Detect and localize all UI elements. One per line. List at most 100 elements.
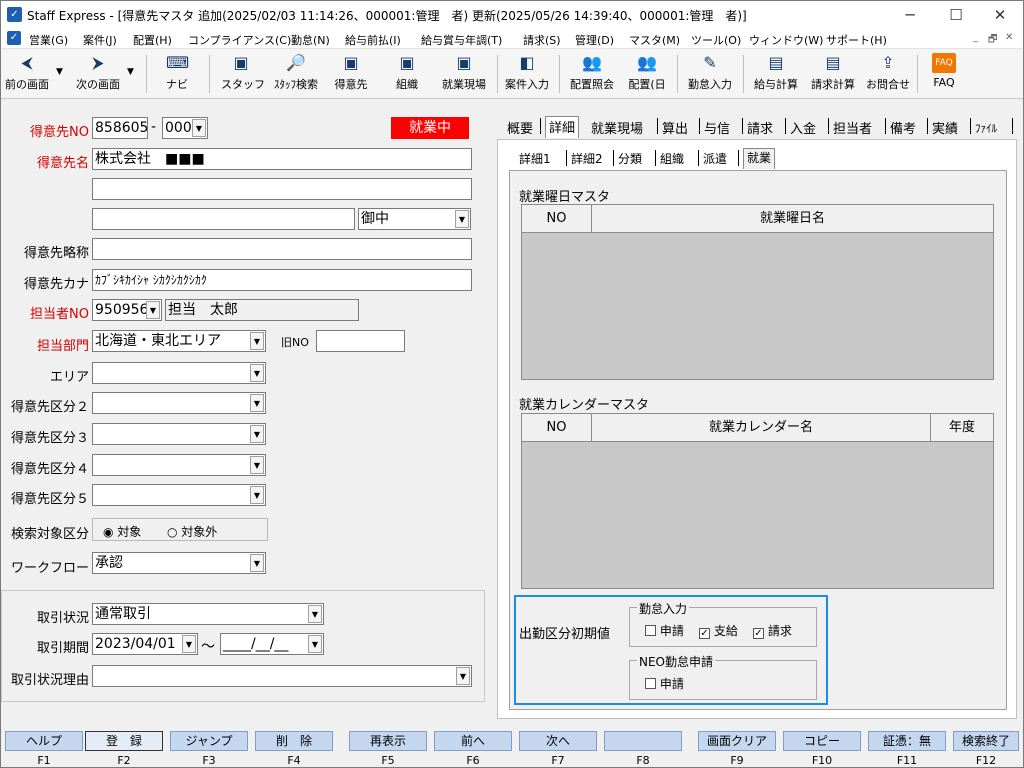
tab-reps[interactable]: 担当者 [833,118,872,137]
f12-exit-search-button[interactable]: 検索終了 [953,731,1019,751]
customer-button[interactable]: ▣ 得意先 [331,51,371,97]
chevron-down-icon[interactable]: ▼ [250,486,264,504]
kana-field[interactable]: ｶﾌﾞｼｷｶｲｼｬ ｼｶｸｼｶｸｼｶｸ [92,269,472,291]
tab-calc[interactable]: 算出 [662,118,688,137]
tab-files[interactable]: ﾌｧｲﾙ [975,120,997,136]
subtab-work[interactable]: 就業 [743,148,776,169]
tab-credit[interactable]: 与信 [704,118,730,137]
chevron-down-icon[interactable]: ▼ [250,332,264,350]
apply-checkbox[interactable]: 申請 [645,622,684,639]
f10-copy-button[interactable]: コピー [783,731,861,751]
f1-help-button[interactable]: ヘルプ [5,731,83,751]
chevron-down-icon[interactable]: ▼ [308,635,322,653]
tab-detail[interactable]: 詳細 [545,116,580,138]
tab-payment[interactable]: 入金 [790,118,816,137]
f8-button[interactable] [604,731,682,751]
calendar-grid[interactable]: NO 就業カレンダー名 年度 [521,413,994,589]
assign-day-button[interactable]: 👥 配置(日 [623,51,671,97]
trade-status-select[interactable]: 通常取引 ▼ [92,603,324,625]
radio-target[interactable]: ◉ 対象 [103,523,141,540]
chevron-down-icon[interactable]: ▼ [250,554,264,572]
mdi-restore-button[interactable]: 🗗 [988,32,997,49]
menu-sales[interactable]: 営業(G) [29,32,68,48]
chevron-down-icon[interactable]: ▼ [182,635,196,653]
next-screen-button[interactable]: ⮞ 次の画面 [73,51,123,97]
menu-prepay[interactable]: 給与前払(I) [345,32,401,48]
chevron-down-icon[interactable]: ▼ [146,301,160,319]
f4-delete-button[interactable]: 削 除 [255,731,333,751]
menu-cases[interactable]: 案件(J) [83,32,117,48]
subtab-class[interactable]: 分類 [618,150,642,167]
faq-button[interactable]: FAQ FAQ [927,51,961,97]
trade-reason-select[interactable]: ▼ [92,665,472,687]
cust-branch-select[interactable]: 000 ▼ [162,117,208,139]
neo-apply-checkbox[interactable]: 申請 [645,675,684,692]
chevron-down-icon[interactable]: ▼ [250,364,264,382]
class5-select[interactable]: ▼ [92,484,266,506]
f6-prev-button[interactable]: 前へ [434,731,512,751]
f7-next-button[interactable]: 次へ [519,731,597,751]
subtab-dispatch[interactable]: 派遣 [703,150,727,167]
cust-name3-field[interactable] [92,208,355,230]
menu-window[interactable]: ウィンドウ(W) [749,32,823,48]
trade-to-select[interactable]: ____/__/__ ▼ [220,633,324,655]
close-button[interactable]: ✕ [977,1,1023,29]
maximize-button[interactable]: ☐ [933,1,979,29]
menu-billing[interactable]: 請求(S) [523,32,561,48]
menu-master[interactable]: マスタ(M) [629,32,680,48]
menu-support[interactable]: サポート(H) [826,32,887,48]
billing-calc-button[interactable]: ▤ 請求計算 [806,51,860,97]
case-entry-button[interactable]: ◧ 案件入力 [501,51,553,97]
subtab-detail1[interactable]: 詳細1 [519,150,551,167]
attendance-entry-button[interactable]: ✎ 勤怠入力 [683,51,737,97]
next-dropdown-icon[interactable]: ▼ [127,67,134,77]
mdi-minimize-button[interactable]: _ [973,32,978,43]
f5-refresh-button[interactable]: 再表示 [349,731,427,751]
honorific-select[interactable]: 御中 ▼ [358,208,471,230]
payroll-calc-button[interactable]: ▤ 給与計算 [749,51,803,97]
f9-clear-button[interactable]: 画面クリア [698,731,776,751]
cust-name-field[interactable]: 株式会社 ■■■ [92,148,472,170]
chevron-down-icon[interactable]: ▼ [456,667,470,685]
chevron-down-icon[interactable]: ▼ [250,425,264,443]
class4-select[interactable]: ▼ [92,454,266,476]
tab-notes[interactable]: 備考 [890,118,916,137]
abbr-field[interactable] [92,238,472,260]
staff-button[interactable]: ▣ スタッフ [221,51,265,97]
area-select[interactable]: ▼ [92,362,266,384]
cust-no-field[interactable]: 858605 [92,117,148,139]
pay-checkbox[interactable]: ✓ 支給 [699,622,738,639]
navi-button[interactable]: ⌨ ナビ [159,51,195,97]
menu-compliance[interactable]: コンプライアンス(C) [188,32,291,48]
class2-select[interactable]: ▼ [92,392,266,414]
menu-tools[interactable]: ツール(O) [691,32,741,48]
menu-payroll[interactable]: 給与賞与年調(T) [421,32,502,48]
menu-attendance[interactable]: 勤怠(N) [291,32,330,48]
chevron-down-icon[interactable]: ▼ [250,394,264,412]
chevron-down-icon[interactable]: ▼ [250,456,264,474]
old-no-field[interactable] [316,330,405,352]
minimize-button[interactable]: ─ [887,1,933,29]
mdi-close-button[interactable]: ✕ [1005,32,1013,43]
org-button[interactable]: ▣ 組織 [389,51,425,97]
class3-select[interactable]: ▼ [92,423,266,445]
f11-voucher-button[interactable]: 証憑：無 [868,731,946,751]
site-button[interactable]: ▣ 就業現場 [437,51,491,97]
cust-name2-field[interactable] [92,178,472,200]
chevron-down-icon[interactable]: ▼ [455,210,469,228]
chevron-down-icon[interactable]: ▼ [192,119,206,137]
bill-checkbox[interactable]: ✓ 請求 [753,622,792,639]
radio-not-target[interactable]: ○ 対象外 [167,523,217,540]
staff-search-button[interactable]: 🔎 ｽﾀｯﾌ検索 [269,51,323,97]
trade-from-select[interactable]: 2023/04/01 ▼ [92,633,198,655]
weekday-grid[interactable]: NO 就業曜日名 [521,204,994,380]
dept-select[interactable]: 北海道・東北エリア ▼ [92,330,266,352]
f2-register-button[interactable]: 登 録 [85,731,163,751]
prev-dropdown-icon[interactable]: ▼ [56,67,63,77]
rep-no-select[interactable]: 950956 ▼ [92,299,162,321]
tab-results[interactable]: 実績 [932,118,958,137]
subtab-org[interactable]: 組織 [660,150,684,167]
f3-jump-button[interactable]: ジャンプ [170,731,248,751]
chevron-down-icon[interactable]: ▼ [308,605,322,623]
contact-button[interactable]: ⇪ お問合せ [863,51,913,97]
